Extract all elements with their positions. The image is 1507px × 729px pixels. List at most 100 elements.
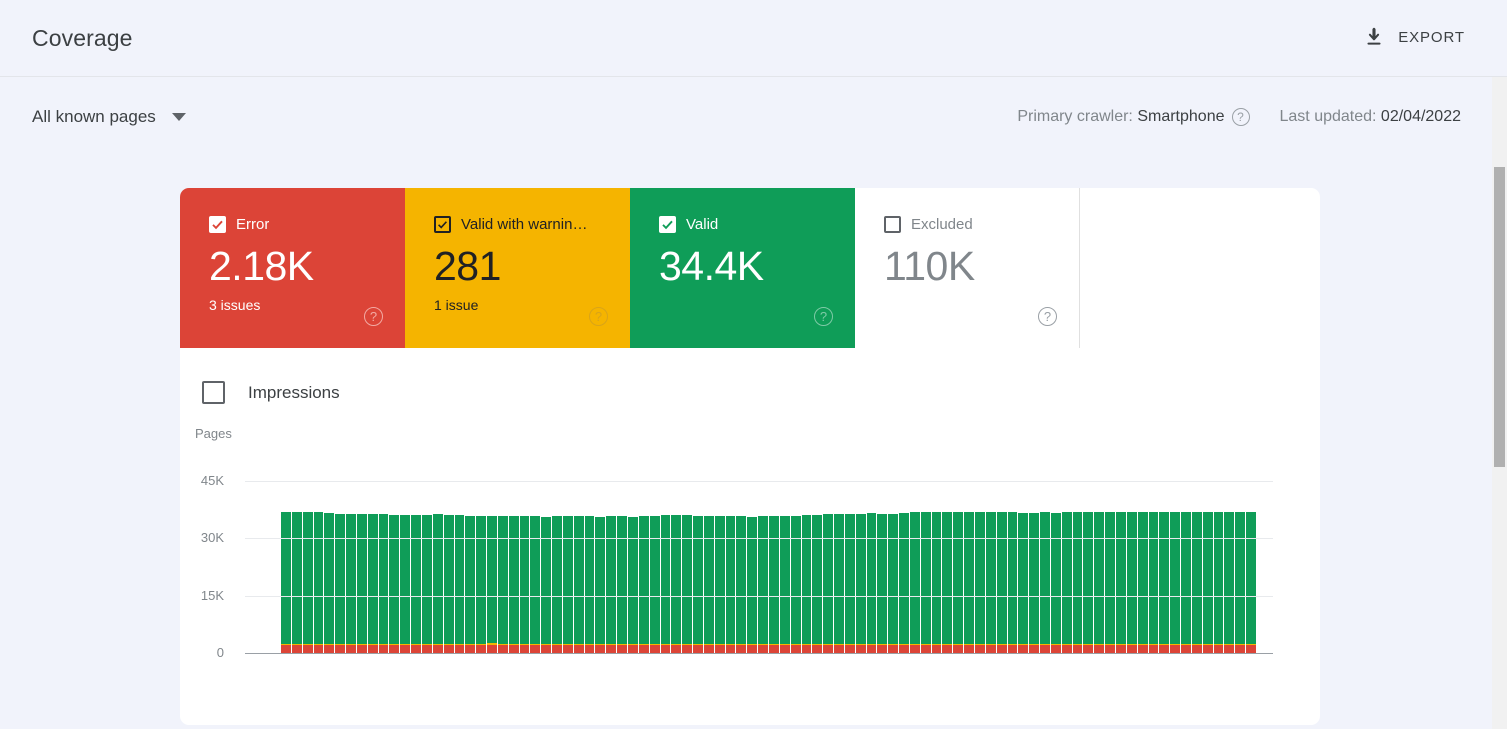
chart-bar[interactable] (432, 481, 443, 653)
chart-bar[interactable] (508, 481, 519, 653)
chart-bar[interactable] (519, 481, 530, 653)
chart-bar[interactable] (1083, 481, 1094, 653)
chart-bar[interactable] (1213, 481, 1224, 653)
chart-bar[interactable] (834, 481, 844, 653)
chart-bar[interactable] (638, 481, 649, 653)
chart-bar[interactable] (378, 481, 389, 653)
chart-bar[interactable] (367, 481, 378, 653)
chart-bar[interactable] (1170, 481, 1181, 653)
chart-bar[interactable] (1202, 481, 1213, 653)
chart-bar[interactable] (335, 481, 346, 653)
chart-bar[interactable] (1191, 481, 1202, 653)
chart-bar[interactable] (975, 481, 985, 653)
chart-bar[interactable] (1007, 481, 1018, 653)
chart-bar[interactable] (584, 481, 595, 653)
chart-bar[interactable] (1246, 481, 1256, 653)
chart-bar[interactable] (812, 481, 823, 653)
status-card-excluded[interactable]: Excluded 110K ? (855, 188, 1080, 348)
chart-bar[interactable] (356, 481, 367, 653)
export-button[interactable]: EXPORT (1357, 22, 1471, 52)
chart-bar[interactable] (617, 481, 627, 653)
chart-bar[interactable] (1115, 481, 1126, 653)
chart-bar[interactable] (443, 481, 454, 653)
chart-bar[interactable] (476, 481, 487, 653)
chart-bar[interactable] (400, 481, 411, 653)
vertical-scrollbar-thumb[interactable] (1494, 167, 1505, 467)
chart-bar[interactable] (562, 481, 573, 653)
chart-bar[interactable] (1105, 481, 1115, 653)
chart-bar[interactable] (671, 481, 682, 653)
chart-bar[interactable] (291, 481, 302, 653)
chart-bar[interactable] (1224, 481, 1235, 653)
chart-bar[interactable] (530, 481, 541, 653)
chart-bar[interactable] (302, 481, 313, 653)
status-card-valid[interactable]: Valid 34.4K ? (630, 188, 855, 348)
pages-scope-dropdown[interactable]: All known pages (32, 107, 186, 127)
status-card-error[interactable]: Error 2.18K 3 issues ? (180, 188, 405, 348)
chart-bar[interactable] (487, 481, 497, 653)
chart-bar[interactable] (736, 481, 747, 653)
chart-bar[interactable] (888, 481, 899, 653)
chart-bar[interactable] (552, 481, 562, 653)
chart-bar[interactable] (942, 481, 953, 653)
checkbox-unchecked-icon[interactable] (202, 381, 225, 404)
help-icon[interactable]: ? (589, 307, 608, 326)
help-icon[interactable]: ? (364, 307, 383, 326)
chart-bar[interactable] (1235, 481, 1246, 653)
chart-bar[interactable] (497, 481, 508, 653)
chart-bar[interactable] (931, 481, 942, 653)
chart-bar[interactable] (1018, 481, 1029, 653)
chart-bar[interactable] (703, 481, 714, 653)
chart-bar[interactable] (920, 481, 931, 653)
checkbox-checked-icon[interactable] (209, 216, 226, 233)
chart-bar[interactable] (1040, 481, 1050, 653)
chart-bar[interactable] (1148, 481, 1159, 653)
vertical-scrollbar-track[interactable] (1492, 77, 1507, 729)
chart-bar[interactable] (1050, 481, 1061, 653)
chart-bar[interactable] (682, 481, 693, 653)
chart-bar[interactable] (823, 481, 834, 653)
chart-bar[interactable] (660, 481, 671, 653)
chart-bar[interactable] (281, 481, 291, 653)
checkbox-checked-icon[interactable] (659, 216, 676, 233)
chart-bar[interactable] (628, 481, 638, 653)
chart-bar[interactable] (1094, 481, 1105, 653)
chart-bar[interactable] (1181, 481, 1191, 653)
chart-bar[interactable] (411, 481, 421, 653)
chart-bar[interactable] (389, 481, 400, 653)
chart-bar[interactable] (779, 481, 790, 653)
chart-bar[interactable] (790, 481, 801, 653)
chart-bar[interactable] (465, 481, 476, 653)
chart-bar[interactable] (1126, 481, 1137, 653)
chart-bar[interactable] (324, 481, 335, 653)
chart-bar[interactable] (996, 481, 1007, 653)
chart-bar[interactable] (714, 481, 725, 653)
chart-bar[interactable] (693, 481, 703, 653)
chart-bar[interactable] (1159, 481, 1170, 653)
chart-bar[interactable] (964, 481, 974, 653)
chart-bar[interactable] (454, 481, 465, 653)
chart-bar[interactable] (1029, 481, 1040, 653)
chart-bar[interactable] (649, 481, 660, 653)
help-icon[interactable]: ? (1231, 108, 1250, 126)
chart-bar[interactable] (909, 481, 920, 653)
help-icon[interactable]: ? (1038, 307, 1057, 326)
chart-bar[interactable] (877, 481, 888, 653)
chart-bar[interactable] (1061, 481, 1072, 653)
chart-bar[interactable] (313, 481, 324, 653)
help-icon[interactable]: ? (814, 307, 833, 326)
chart-bar[interactable] (801, 481, 812, 653)
chart-bar[interactable] (541, 481, 552, 653)
checkbox-unchecked-icon[interactable] (884, 216, 901, 233)
chart-bar[interactable] (953, 481, 964, 653)
chart-bar[interactable] (866, 481, 877, 653)
chart-bar[interactable] (595, 481, 606, 653)
chart-bar[interactable] (725, 481, 736, 653)
chart-bar[interactable] (985, 481, 996, 653)
chart-bar[interactable] (855, 481, 866, 653)
impressions-checkbox[interactable]: Impressions (202, 381, 340, 404)
checkbox-checked-icon[interactable] (434, 216, 451, 233)
chart-bar[interactable] (606, 481, 617, 653)
chart-bar[interactable] (768, 481, 779, 653)
chart-bar[interactable] (1072, 481, 1083, 653)
